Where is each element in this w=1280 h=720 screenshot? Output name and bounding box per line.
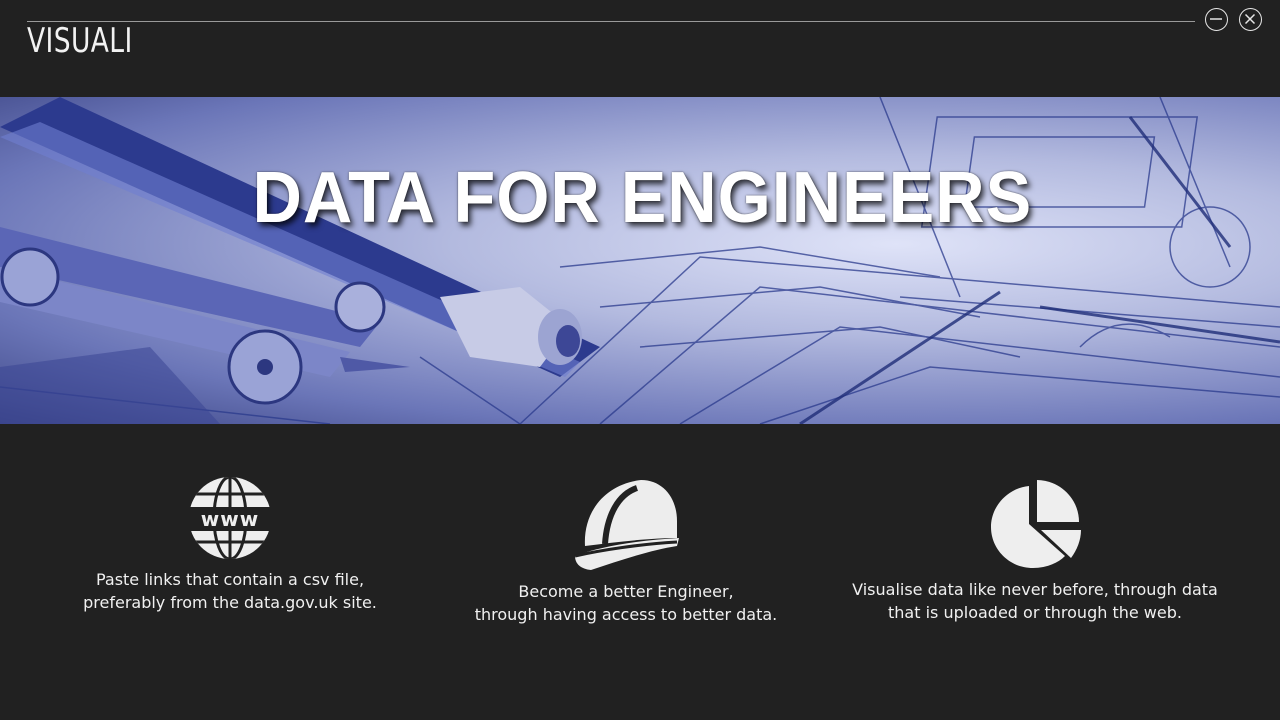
header-divider xyxy=(27,21,1195,22)
svg-text:www: www xyxy=(201,507,259,531)
feature-line-1: Paste links that contain a csv file, xyxy=(95,570,365,589)
app-title: VISUALI xyxy=(27,21,133,61)
feature-better-engineer: Become a better Engineer, through having… xyxy=(426,476,826,626)
feature-line-1: Become a better Engineer, xyxy=(518,582,734,601)
blueprint-background-image xyxy=(0,97,1280,424)
feature-line-2: through having access to better data. xyxy=(474,605,778,624)
hero-title: DATA FOR ENGINEERS xyxy=(252,158,1032,238)
close-circle-icon xyxy=(1244,13,1256,25)
feature-line-2: that is uploaded or through the web. xyxy=(888,603,1182,622)
minimize-button[interactable] xyxy=(1205,8,1228,31)
feature-paste-links: www Paste links that contain a csv file,… xyxy=(30,476,430,614)
hero-banner: DATA FOR ENGINEERS xyxy=(0,97,1280,424)
close-button[interactable] xyxy=(1239,8,1262,31)
pie-chart-icon xyxy=(991,480,1081,568)
hard-hat-icon xyxy=(574,480,679,570)
minimize-circle-icon xyxy=(1210,18,1222,20)
feature-line-2: preferably from the data.gov.uk site. xyxy=(83,593,377,612)
feature-visualise-data: Visualise data like never before, throug… xyxy=(835,476,1235,624)
globe-www-icon: www xyxy=(188,477,272,559)
feature-line-1: Visualise data like never before, throug… xyxy=(852,580,1218,599)
